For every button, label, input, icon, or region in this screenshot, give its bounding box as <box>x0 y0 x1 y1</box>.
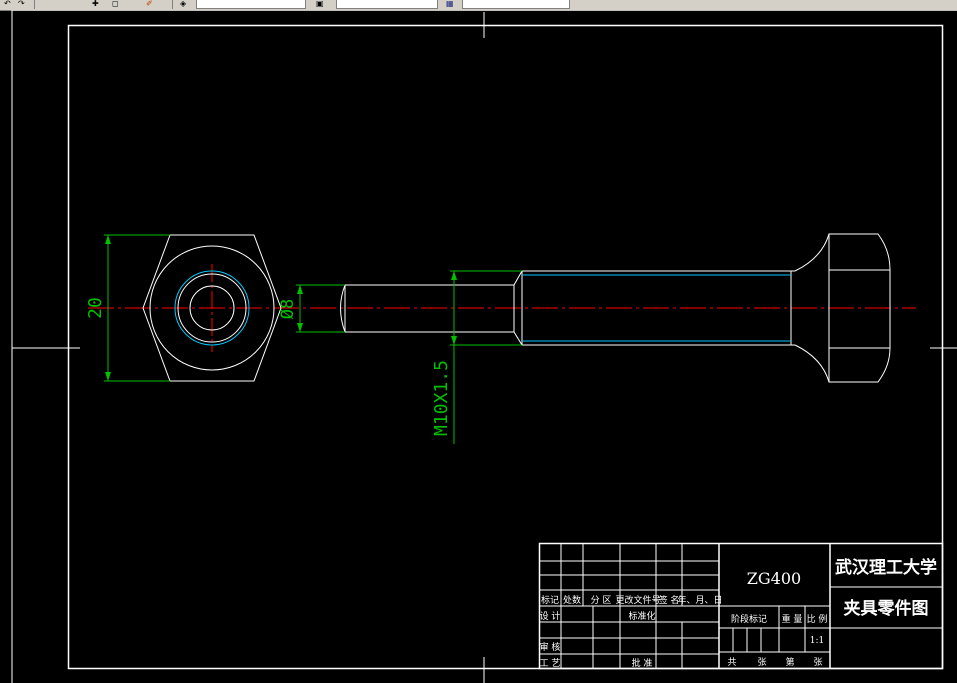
thread-top-chamfer <box>513 270 795 286</box>
rev-header-mark: 标记 <box>541 594 559 606</box>
sheet-no-label: 第 <box>785 656 794 668</box>
rev-header-zone: 分 区 <box>591 595 612 606</box>
scale-label: 比 例 <box>807 613 828 625</box>
dimension-thread-text: M10X1.5 <box>431 360 452 436</box>
pan-icon[interactable]: ✚ <box>92 0 102 8</box>
stage-label: 阶段标记 <box>731 613 767 625</box>
school-name: 武汉理工大学 <box>835 557 937 578</box>
redo-icon[interactable]: ↷ <box>18 0 28 8</box>
layer-icon[interactable]: ◈ <box>180 0 190 8</box>
sheet-total-label: 共 <box>727 657 736 668</box>
sheet-label-2: 张 <box>813 657 822 668</box>
rev-header-sign: 签 名 <box>659 594 680 606</box>
dimension-thread: M10X1.5 <box>431 270 522 444</box>
process-label: 工 艺 <box>540 658 561 669</box>
sheet-frame <box>11 10 957 683</box>
rev-header-date: 年、月、日 <box>677 594 722 606</box>
linetype-icon[interactable]: ▦ <box>446 0 456 8</box>
weight-label: 重 量 <box>782 613 803 625</box>
linetype-dropdown[interactable] <box>462 0 570 9</box>
toolbar-separator <box>34 0 35 9</box>
part-number: ZG400 <box>747 569 801 588</box>
rev-header-doc: 更改文件号 <box>615 594 660 606</box>
rev-header-count: 处数 <box>563 594 581 606</box>
color-dropdown[interactable] <box>336 0 438 9</box>
inner-frame <box>67 24 944 670</box>
zoom-icon[interactable]: ◻ <box>112 0 122 8</box>
thread-bottom-chamfer <box>513 331 795 346</box>
drawing-canvas[interactable]: 20 Ø8 M10X1.5 ZG400 武汉理工大学 夹具零件图 标记 处数 分… <box>0 10 957 683</box>
sheet-label: 张 <box>757 657 766 668</box>
undo-icon[interactable]: ↶ <box>4 0 14 8</box>
dimension-rod-diameter-text: Ø8 <box>278 299 298 319</box>
layer-dropdown[interactable] <box>196 0 306 9</box>
toolbar-separator <box>172 0 173 9</box>
head-fillet-bottom <box>794 344 830 383</box>
design-label: 设 计 <box>540 610 561 622</box>
drawing-name: 夹具零件图 <box>844 598 929 619</box>
match-properties-icon[interactable]: ✐ <box>146 0 156 8</box>
approve-label: 批 准 <box>632 657 653 669</box>
standardization-label: 标准化 <box>628 610 655 622</box>
review-label: 审 核 <box>540 641 561 653</box>
scale-value: 1:1 <box>810 636 824 646</box>
head-fillet-top <box>794 233 830 272</box>
dimension-20-text: 20 <box>85 297 106 319</box>
color-icon[interactable]: ▣ <box>316 0 326 8</box>
